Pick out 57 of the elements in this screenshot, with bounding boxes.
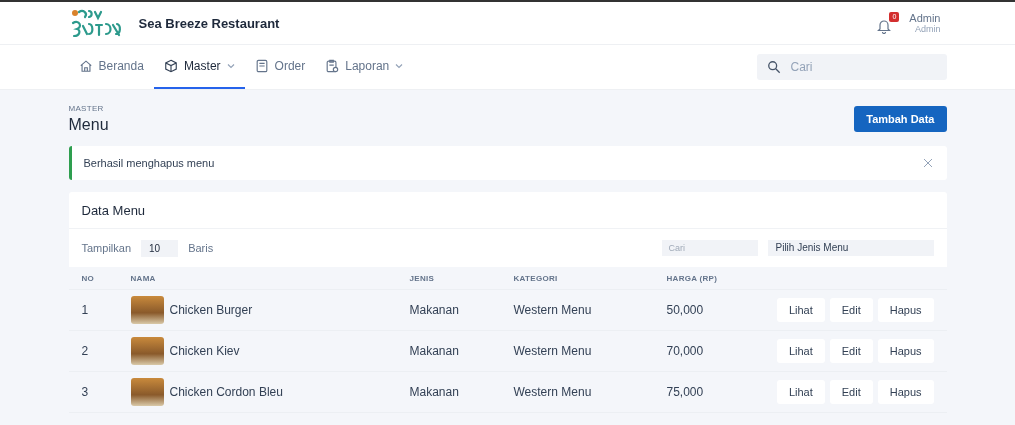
brand-name: Sea Breeze Restaurant (138, 15, 280, 31)
page-title: Menu (68, 116, 109, 134)
photo-placeholder (130, 378, 164, 406)
column-header: HARGA (RP) (666, 273, 719, 283)
table-cell-text: Western Menu (513, 303, 593, 317)
search-field[interactable]: Cari (756, 54, 947, 80)
home-icon (78, 59, 93, 73)
close-icon[interactable] (922, 158, 933, 168)
card-title: Data Menu (81, 202, 146, 218)
table-cell-text: Makanan (409, 344, 460, 358)
action-button[interactable]: Edit (829, 339, 873, 363)
cube-icon (163, 59, 178, 73)
show-label: Tampilkan (81, 242, 132, 254)
nav-tab[interactable]: Beranda (68, 45, 154, 89)
table-cell-text: 2 (81, 344, 90, 358)
action-button[interactable]: Edit (829, 380, 873, 404)
action-button[interactable]: Lihat (776, 298, 825, 322)
table-cell-text: Western Menu (513, 385, 593, 399)
table-cell: Chicken Burger (169, 303, 253, 317)
search-icon (766, 60, 781, 74)
table-cell-text: 70,000 (666, 344, 705, 358)
document-icon (254, 59, 269, 73)
action-button[interactable]: Edit (829, 298, 873, 322)
column-header: JENIS (409, 273, 436, 283)
table-cell-text: Makanan (409, 385, 460, 399)
action-button[interactable]: Hapus (877, 380, 934, 404)
table-cell-text: Makanan (409, 303, 460, 317)
page-size-field[interactable]: 10 (141, 239, 179, 257)
breadcrumb: MASTER (68, 104, 105, 113)
alert-message: Berhasil menghapus menu (83, 157, 215, 169)
table-cell-text: 50,000 (666, 303, 705, 317)
column-header: KATEGORI (513, 273, 559, 283)
table-search-field[interactable]: Cari (661, 240, 758, 256)
action-button[interactable]: Hapus (877, 298, 934, 322)
rows-label: Baris (188, 242, 214, 254)
table-cell-text: 3 (81, 385, 90, 399)
add-button[interactable]: Tambah Data (854, 106, 947, 132)
user-role: Admin (915, 24, 941, 34)
table-cell-text: Western Menu (513, 344, 593, 358)
nav-tab[interactable]: Laporan (315, 45, 414, 89)
action-button[interactable]: Hapus (877, 339, 934, 363)
photo-placeholder (130, 337, 164, 365)
table-cell-text: 75,000 (666, 385, 705, 399)
action-button[interactable]: Lihat (776, 380, 825, 404)
action-button[interactable]: Lihat (776, 339, 825, 363)
table-cell: Chicken Kiev (169, 344, 240, 358)
nav-tab[interactable]: Order (244, 45, 316, 89)
column-header: NO (81, 273, 96, 283)
table-cell-text: 1 (81, 303, 90, 317)
clipboard-icon (325, 59, 340, 73)
type-filter-select[interactable]: Pilih Jenis Menu (767, 240, 934, 256)
column-header: NAMA (130, 273, 157, 283)
table-cell: Chicken Cordon Bleu (169, 385, 283, 399)
bell-icon[interactable] (877, 18, 892, 34)
nav-tab[interactable]: Master (153, 45, 245, 89)
photo-placeholder (130, 296, 164, 324)
user-name[interactable]: Admin (909, 12, 941, 24)
